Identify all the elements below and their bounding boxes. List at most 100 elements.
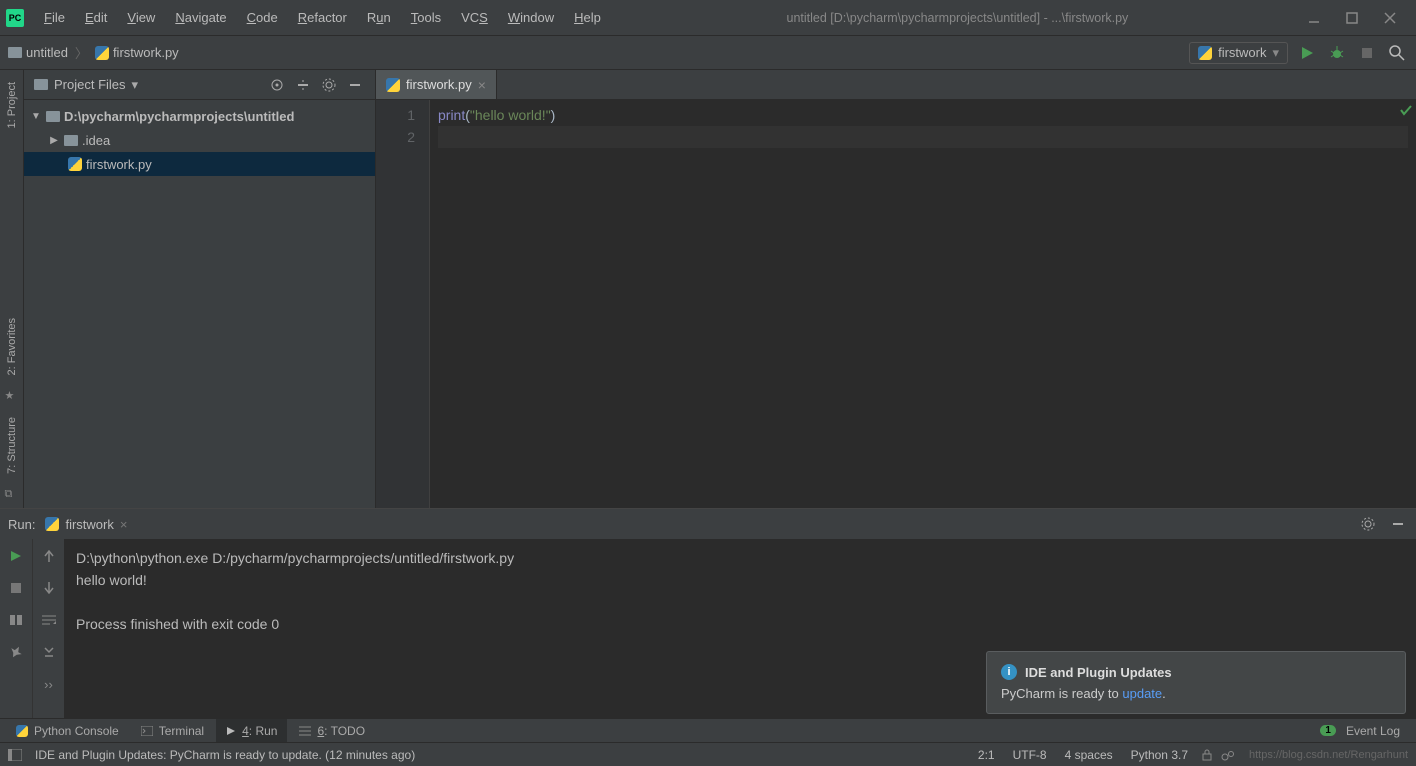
run-config-label: firstwork [1218, 45, 1266, 60]
stop-button[interactable] [1356, 42, 1378, 64]
project-panel-header: Project Files ▾ [24, 70, 375, 100]
maximize-icon [1346, 12, 1358, 24]
maximize-button[interactable] [1342, 8, 1362, 28]
breadcrumb-root[interactable]: untitled [8, 45, 68, 60]
search-everywhere-button[interactable] [1386, 42, 1408, 64]
layout-button[interactable] [7, 611, 25, 629]
notification-popup[interactable]: i IDE and Plugin Updates PyCharm is read… [986, 651, 1406, 714]
scroll-to-end-button[interactable] [40, 643, 58, 661]
pin-button[interactable] [7, 643, 25, 661]
tree-root[interactable]: ▼ D:\pycharm\pycharmprojects\untitled [24, 104, 375, 128]
project-view-selector[interactable]: Project Files ▾ [34, 77, 138, 93]
folder-icon [34, 79, 48, 90]
console-line [76, 591, 1404, 613]
down-button[interactable] [40, 579, 58, 597]
code-editor[interactable]: 1 2 print("hello world!") [376, 100, 1416, 508]
title-bar: PC File Edit View Navigate Code Refactor… [0, 0, 1416, 36]
menu-help[interactable]: Help [564, 6, 611, 29]
editor-tab-firstwork[interactable]: firstwork.py × [376, 70, 497, 99]
more-button[interactable]: ›› [40, 675, 58, 693]
expand-arrow-icon[interactable]: ▶ [48, 135, 60, 146]
menu-tools[interactable]: Tools [401, 6, 451, 29]
tree-file-label: firstwork.py [86, 157, 152, 172]
navigation-bar: untitled 〉 firstwork.py firstwork ▾ [0, 36, 1416, 70]
tool-tab-run[interactable]: 4: Run [216, 719, 287, 742]
stop-icon [11, 583, 21, 593]
run-configuration-selector[interactable]: firstwork ▾ [1189, 42, 1288, 64]
up-button[interactable] [40, 547, 58, 565]
menu-code[interactable]: Code [237, 6, 288, 29]
soft-wrap-button[interactable] [40, 611, 58, 629]
menu-navigate[interactable]: Navigate [165, 6, 236, 29]
debug-button[interactable] [1326, 42, 1348, 64]
run-button[interactable] [1296, 42, 1318, 64]
stop-run-button[interactable] [7, 579, 25, 597]
tree-idea-folder[interactable]: ▶ .idea [24, 128, 375, 152]
menu-edit[interactable]: Edit [75, 6, 117, 29]
tree-file-firstwork[interactable]: firstwork.py [24, 152, 375, 176]
menu-file[interactable]: File [34, 6, 75, 29]
layout-icon [10, 615, 22, 625]
close-tab-button[interactable]: × [478, 77, 486, 93]
tool-tab-label: 4: Run [242, 724, 277, 738]
run-settings-button[interactable] [1358, 514, 1378, 534]
rail-favorites[interactable]: 2: Favorites [4, 312, 20, 381]
panel-toggle-icon[interactable] [8, 749, 22, 761]
code-content[interactable]: print("hello world!") [430, 100, 1416, 508]
settings-button[interactable] [319, 75, 339, 95]
chevron-down-icon: ▾ [132, 77, 139, 93]
menu-view[interactable]: View [117, 6, 165, 29]
inspection-indicator[interactable] [1400, 104, 1412, 116]
console-line: D:\python\python.exe D:/pycharm/pycharmp… [76, 547, 1404, 569]
python-file-icon [95, 46, 109, 60]
run-tab-firstwork[interactable]: firstwork × [45, 517, 127, 532]
tool-tab-todo[interactable]: 6: TODO [289, 719, 375, 742]
gutter[interactable]: 1 2 [376, 100, 430, 508]
status-encoding[interactable]: UTF-8 [1008, 748, 1052, 762]
menu-run[interactable]: Run [357, 6, 401, 29]
breadcrumb-file[interactable]: firstwork.py [95, 45, 179, 60]
tool-tab-label: Terminal [159, 724, 204, 738]
tool-tab-label: Event Log [1346, 724, 1400, 738]
status-indent[interactable]: 4 spaces [1060, 748, 1118, 762]
editor-tabs: firstwork.py × [376, 70, 1416, 100]
chevron-down-icon: ▾ [1272, 45, 1279, 61]
status-python[interactable]: Python 3.7 [1126, 748, 1193, 762]
bug-icon [1329, 46, 1345, 60]
status-message[interactable]: IDE and Plugin Updates: PyCharm is ready… [30, 748, 420, 762]
rerun-button[interactable] [7, 547, 25, 565]
project-tree[interactable]: ▼ D:\pycharm\pycharmprojects\untitled ▶ … [24, 100, 375, 508]
locate-button[interactable] [267, 75, 287, 95]
tool-tab-event-log[interactable]: 1 Event Log [1310, 719, 1410, 742]
close-button[interactable] [1380, 8, 1400, 28]
tool-tab-terminal[interactable]: Terminal [131, 719, 214, 742]
lock-icon[interactable] [1201, 749, 1213, 761]
info-icon: i [1001, 664, 1017, 680]
close-run-tab[interactable]: × [120, 517, 128, 532]
minimize-button[interactable] [1304, 8, 1324, 28]
notification-title: IDE and Plugin Updates [1025, 665, 1172, 680]
notification-text: . [1162, 686, 1166, 701]
inspector-icon[interactable] [1221, 749, 1235, 761]
collapse-all-button[interactable] [293, 75, 313, 95]
scroll-end-icon [43, 646, 55, 658]
rail-structure[interactable]: 7: Structure [4, 411, 20, 480]
run-nav-toolbar: ›› [32, 539, 64, 718]
bottom-tool-tabs: Python Console Terminal 4: Run 6: TODO 1… [0, 718, 1416, 742]
status-position[interactable]: 2:1 [973, 748, 1000, 762]
run-toolbar [0, 539, 32, 718]
folder-icon [64, 135, 78, 146]
rail-project[interactable]: 1: Project [4, 76, 20, 134]
menu-vcs[interactable]: VCS [451, 6, 498, 29]
menu-refactor[interactable]: Refactor [288, 6, 357, 29]
hide-run-button[interactable] [1388, 514, 1408, 534]
python-icon [1198, 46, 1212, 60]
hide-panel-button[interactable] [345, 75, 365, 95]
play-icon [10, 550, 22, 562]
menu-window[interactable]: Window [498, 6, 564, 29]
target-icon [270, 78, 284, 92]
expand-arrow-icon[interactable]: ▼ [30, 111, 42, 122]
close-icon [1384, 12, 1396, 24]
update-link[interactable]: update [1122, 686, 1162, 701]
tool-tab-python-console[interactable]: Python Console [6, 719, 129, 742]
